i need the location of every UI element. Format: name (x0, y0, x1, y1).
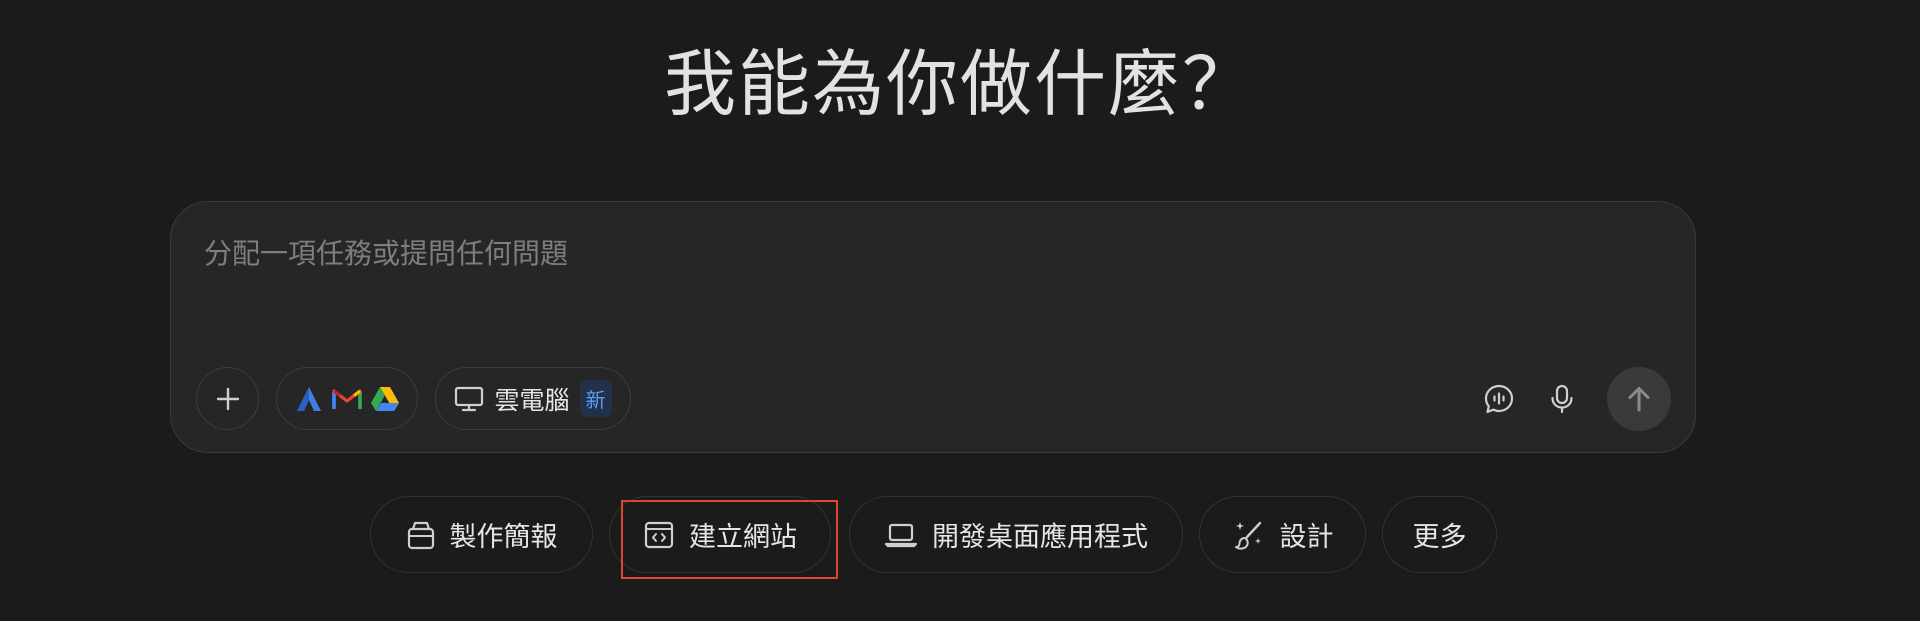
design-chip[interactable]: 設計 (1199, 496, 1366, 573)
plus-icon (216, 387, 239, 410)
microphone-icon (1551, 384, 1573, 414)
new-badge: 新 (579, 380, 612, 417)
voice-chat-button[interactable] (1475, 375, 1523, 423)
develop-desktop-app-label: 開發桌面應用程式 (932, 522, 1148, 553)
connectors-button[interactable] (276, 367, 418, 430)
more-chip[interactable]: 更多 (1382, 496, 1497, 573)
design-label: 設計 (1279, 522, 1334, 553)
atlas-logo-icon (297, 386, 321, 411)
make-slides-chip[interactable]: 製作簡報 (370, 496, 593, 573)
google-drive-icon (371, 386, 399, 411)
add-button[interactable] (196, 367, 259, 430)
cloud-pc-label: 雲電腦 (494, 385, 570, 415)
develop-desktop-app-chip[interactable]: 開發桌面應用程式 (849, 496, 1183, 573)
task-composer: 雲電腦 新 (170, 201, 1696, 453)
monitor-icon (455, 386, 484, 411)
prompt-input[interactable] (204, 228, 1604, 278)
make-slides-label: 製作簡報 (449, 522, 558, 553)
microphone-button[interactable] (1538, 375, 1586, 423)
laptop-icon (884, 523, 918, 547)
build-website-label: 建立網站 (689, 522, 797, 553)
cloud-pc-button[interactable]: 雲電腦 新 (435, 367, 631, 430)
gmail-icon (332, 388, 362, 409)
home-page: 我能為你做什麼？ 分配一項任務或提問任何問題 雲電腦 新 製作簡報 建立網站 開… (0, 0, 1920, 621)
bag-icon (407, 521, 434, 549)
more-label: 更多 (1412, 522, 1467, 553)
build-website-chip[interactable]: 建立網站 (609, 496, 831, 573)
page-title: 我能為你做什麼？ (663, 42, 1256, 126)
voice-chat-icon (1484, 384, 1514, 414)
code-window-icon (644, 521, 674, 548)
send-button[interactable] (1607, 367, 1671, 431)
arrow-up-icon (1628, 387, 1650, 412)
paint-brush-sparkle-icon (1234, 521, 1261, 550)
